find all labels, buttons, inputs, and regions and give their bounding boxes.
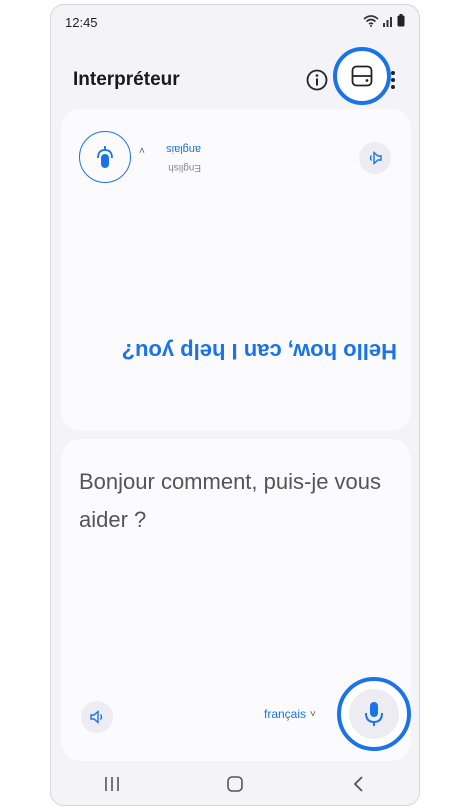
info-icon <box>306 69 328 91</box>
speaker-icon <box>90 709 103 725</box>
chevron-down-icon: ˅ <box>310 708 316 720</box>
more-vert-icon <box>391 71 395 89</box>
mic-icon <box>97 146 113 168</box>
layout-icon <box>351 65 373 87</box>
wifi-icon <box>363 14 379 32</box>
translated-text: Hello how, can I help you? <box>121 339 397 364</box>
home-icon <box>227 776 243 792</box>
status-time: 12:45 <box>65 15 98 30</box>
app-bar: Interpréteur <box>51 47 419 107</box>
back-button[interactable] <box>296 763 419 805</box>
mic-icon <box>365 702 383 726</box>
info-button[interactable] <box>302 65 332 95</box>
bottom-source-panel: Bonjour comment, puis-je vous aider ? fr… <box>61 439 411 761</box>
phone-screen: 12:45 Interpréteur anglais English ˅ Hel… <box>50 4 420 806</box>
bottom-speaker-button[interactable] <box>81 701 113 733</box>
back-icon <box>353 776 363 792</box>
signal-icon <box>382 14 394 32</box>
recents-icon <box>105 777 120 791</box>
top-language-selector[interactable]: anglais English ˅ <box>139 139 213 175</box>
top-mic-button[interactable] <box>79 131 131 183</box>
top-language-primary: anglais <box>166 143 201 155</box>
chevron-down-icon: ˅ <box>139 144 145 155</box>
bottom-language-label: français <box>264 707 307 721</box>
top-speaker-button[interactable] <box>359 142 391 174</box>
bottom-mic-button[interactable] <box>337 677 411 751</box>
page-title: Interpréteur <box>73 69 180 90</box>
source-text: Bonjour comment, puis-je vous aider ? <box>79 469 382 532</box>
recents-button[interactable] <box>51 763 174 805</box>
status-bar: 12:45 <box>51 5 419 39</box>
top-translation-panel: anglais English ˅ Hello how, can I help … <box>61 109 411 431</box>
navigation-bar <box>51 763 419 805</box>
home-button[interactable] <box>174 763 297 805</box>
battery-icon <box>397 14 405 32</box>
more-options-button[interactable] <box>383 65 403 95</box>
bottom-language-selector[interactable]: français ˅ <box>264 707 316 721</box>
speaker-icon <box>369 150 382 166</box>
top-language-secondary: English <box>168 162 201 173</box>
status-icons <box>363 14 405 32</box>
